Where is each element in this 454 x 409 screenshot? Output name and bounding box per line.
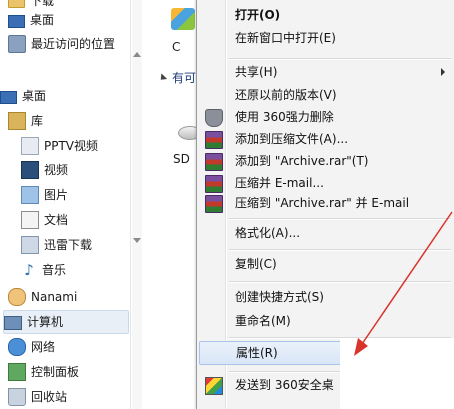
menu-item-label: 重命名(M) [235, 314, 291, 328]
nav-scrollbar[interactable] [132, 0, 142, 409]
nav-item-control-panel[interactable]: 控制面板 [8, 361, 79, 383]
menu-item-label: 还原以前的版本(V) [235, 88, 337, 102]
menu-separator [229, 218, 451, 220]
winrar-icon [205, 175, 223, 193]
nav-item-pptv[interactable]: PPTV视频 [21, 135, 98, 157]
menu-item-share[interactable]: 共享(H) [199, 61, 453, 83]
menu-item-label: 添加到 "Archive.rar"(T) [235, 154, 369, 168]
menu-item-compress-email[interactable]: 压缩并 E-mail... [199, 172, 453, 194]
recycle-bin-icon [8, 388, 26, 406]
windows-drive-icon[interactable] [171, 8, 195, 30]
network-icon [8, 338, 26, 356]
scroll-down-arrow-icon[interactable] [133, 238, 141, 243]
desktop-icon [0, 90, 17, 104]
menu-item-360-force-delete[interactable]: 使用 360强力删除 [199, 106, 453, 128]
obscured-overlay [340, 338, 454, 409]
winrar-icon [205, 131, 223, 149]
menu-item-label: 格式化(A)... [235, 226, 301, 240]
pictures-icon [21, 186, 39, 204]
menu-item-add-to-archive-rar[interactable]: 添加到 "Archive.rar"(T) [199, 150, 453, 172]
recent-places-icon [8, 35, 26, 53]
nav-item-network[interactable]: 网络 [8, 336, 55, 358]
menu-item-add-to-archive[interactable]: 添加到压缩文件(A)... [199, 128, 453, 150]
nav-item-label: 文档 [44, 213, 69, 227]
menu-item-label: 压缩并 E-mail... [235, 176, 324, 190]
nav-item-pictures[interactable]: 图片 [21, 184, 68, 206]
nav-item-label: 音乐 [42, 263, 67, 277]
drive-label: C [172, 40, 181, 54]
menu-item-label: 属性(R) [236, 346, 278, 360]
menu-item-label: 使用 360强力删除 [235, 110, 334, 124]
nav-item-label: 回收站 [31, 390, 68, 404]
menu-item-rename[interactable]: 重命名(M) [199, 310, 453, 332]
desktop-icon [8, 14, 25, 28]
menu-item-copy[interactable]: 复制(C) [199, 253, 453, 275]
scroll-up-arrow-icon[interactable] [133, 52, 141, 57]
nav-item-label: 网络 [31, 340, 56, 354]
menu-item-label: 复制(C) [235, 257, 277, 271]
nav-item-music[interactable]: ♪ 音乐 [21, 259, 66, 281]
control-panel-icon [8, 363, 26, 381]
menu-item-compress-rar-email[interactable]: 压缩到 "Archive.rar" 并 E-mail [199, 192, 453, 214]
nav-item-label: Nanami [31, 290, 78, 304]
menu-item-label: 压缩到 "Archive.rar" 并 E-mail [235, 196, 410, 210]
menu-item-label: 在新窗口中打开(E) [235, 31, 336, 45]
menu-item-format[interactable]: 格式化(A)... [199, 222, 453, 244]
nav-item-xunlei-downloads[interactable]: 迅雷下载 [21, 234, 92, 256]
nav-item-label: 控制面板 [31, 365, 80, 379]
nav-item-label: 计算机 [27, 315, 64, 329]
menu-item-restore-previous[interactable]: 还原以前的版本(V) [199, 84, 453, 106]
menu-item-label: 共享(H) [235, 65, 278, 79]
360-icon [205, 377, 223, 395]
pptv-icon [21, 137, 39, 155]
nav-item-label: 桌面 [30, 13, 55, 27]
winrar-icon [205, 195, 223, 213]
computer-icon [4, 316, 22, 330]
nav-item-videos[interactable]: 视频 [21, 159, 68, 181]
group-header: 有可 [172, 71, 197, 85]
nav-item-label: 最近访问的位置 [31, 37, 116, 51]
winrar-icon [205, 153, 223, 171]
nav-item-nanami[interactable]: Nanami [8, 286, 77, 308]
documents-icon [21, 211, 39, 229]
music-icon: ♪ [24, 261, 34, 279]
xunlei-download-icon [21, 236, 39, 254]
menu-item-label: 创建快捷方式(S) [235, 290, 324, 304]
menu-item-open[interactable]: 打开(O) [199, 4, 453, 26]
nav-item-label: PPTV视频 [44, 139, 99, 153]
menu-separator [229, 249, 451, 251]
video-icon [21, 161, 39, 179]
menu-item-open-new-window[interactable]: 在新窗口中打开(E) [199, 27, 453, 49]
shield-icon [205, 109, 223, 127]
library-icon [8, 112, 26, 130]
folder-icon [8, 0, 25, 8]
menu-separator [229, 281, 451, 283]
menu-item-label: 添加到压缩文件(A)... [235, 132, 349, 146]
nav-item-desktop-fav[interactable]: 桌面 [8, 9, 54, 31]
nav-item-desktop[interactable]: 桌面 [0, 85, 46, 107]
nav-item-label: 桌面 [22, 89, 47, 103]
content-pane [143, 0, 201, 409]
sd-label: SD [173, 152, 190, 166]
nav-item-documents[interactable]: 文档 [21, 209, 68, 231]
menu-item-label: 发送到 360安全桌 [235, 378, 334, 392]
nav-item-computer[interactable]: 计算机 [3, 310, 129, 334]
nav-item-recycle-bin[interactable]: 回收站 [8, 386, 67, 408]
user-folder-icon [8, 288, 26, 306]
navigation-pane: 下载 桌面 最近访问的位置 桌面 库 PPTV视频 视频 图片 文档 迅雷下载 … [0, 0, 131, 409]
nav-item-recent-places[interactable]: 最近访问的位置 [8, 33, 115, 55]
menu-separator [229, 58, 451, 60]
menu-item-create-shortcut[interactable]: 创建快捷方式(S) [199, 286, 453, 308]
nav-item-label: 视频 [44, 163, 69, 177]
nav-item-label: 图片 [44, 188, 69, 202]
submenu-arrow-icon [441, 68, 445, 76]
menu-item-label: 打开(O) [235, 8, 281, 22]
nav-item-label: 库 [31, 114, 44, 128]
nav-item-libraries[interactable]: 库 [8, 110, 43, 132]
nav-item-label: 迅雷下载 [44, 238, 93, 252]
